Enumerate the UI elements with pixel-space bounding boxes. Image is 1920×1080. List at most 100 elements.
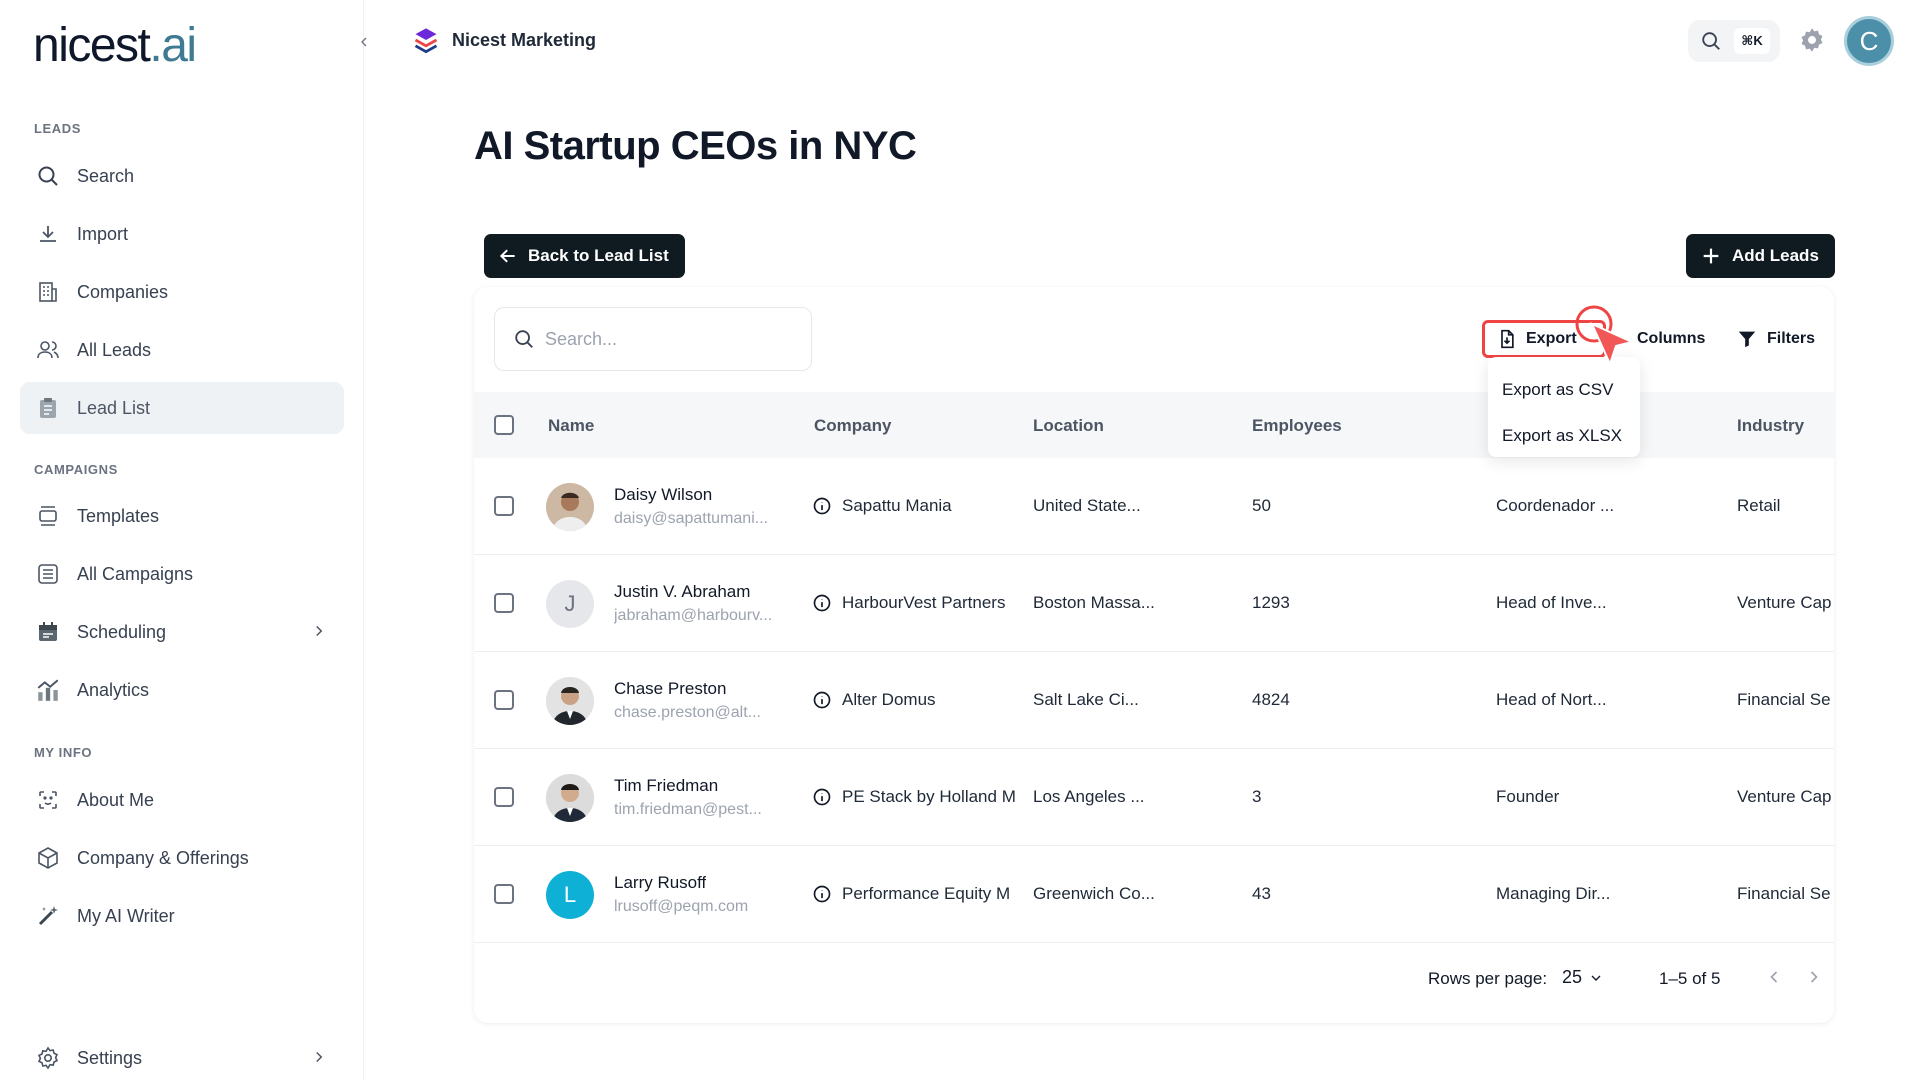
table-row[interactable]: Chase Preston chase.preston@alt... Alter… xyxy=(474,652,1834,749)
column-header-employees[interactable]: Employees xyxy=(1252,416,1342,436)
lead-name[interactable]: Daisy Wilson xyxy=(614,485,712,505)
sidebar-item-lead-list[interactable]: Lead List xyxy=(20,382,344,434)
column-header-name[interactable]: Name xyxy=(548,416,594,436)
sidebar-item-settings[interactable]: Settings xyxy=(20,1032,344,1080)
company-name: Alter Domus xyxy=(842,690,936,709)
sidebar-item-label: All Leads xyxy=(77,339,152,360)
lead-employees: 3 xyxy=(1252,787,1262,806)
chevron-left-icon xyxy=(1770,971,1778,983)
lead-location: Boston Massa... xyxy=(1033,593,1155,612)
filters-label: Filters xyxy=(1767,330,1816,347)
download-icon xyxy=(34,220,62,248)
row-checkbox[interactable] xyxy=(494,593,514,613)
table-row[interactable]: Tim Friedman tim.friedman@pest... PE Sta… xyxy=(474,749,1834,846)
column-header-company[interactable]: Company xyxy=(814,416,891,436)
template-icon xyxy=(34,502,62,530)
filters-button[interactable]: Filters xyxy=(1736,322,1815,356)
export-xlsx-option[interactable]: Export as XLSX xyxy=(1488,413,1640,459)
arrow-left-icon xyxy=(498,246,518,266)
sidebar-item-companies[interactable]: Companies xyxy=(20,266,344,318)
lead-name[interactable]: Tim Friedman xyxy=(614,776,718,796)
sidebar-item-templates[interactable]: Templates xyxy=(20,490,344,542)
table-row[interactable]: J Justin V. Abraham jabraham@harbourv...… xyxy=(474,555,1834,652)
clipboard-list-icon xyxy=(34,394,62,422)
shortcut-badge: ⌘K xyxy=(1734,28,1770,54)
sidebar-item-analytics[interactable]: Analytics xyxy=(20,664,344,716)
collapse-sidebar-button[interactable] xyxy=(352,30,376,54)
back-button-label: Back to Lead List xyxy=(528,246,669,265)
lead-industry: Venture Cap xyxy=(1737,787,1832,806)
lead-avatar xyxy=(546,774,594,822)
lead-employees: 50 xyxy=(1252,496,1271,515)
lead-email: jabraham@harbourv... xyxy=(614,607,773,624)
sidebar-item-my-ai-writer[interactable]: My AI Writer xyxy=(20,890,344,942)
nicest-logo[interactable]: nicest.ai xyxy=(33,18,197,73)
row-checkbox[interactable] xyxy=(494,496,514,516)
sidebar-item-label: Companies xyxy=(77,281,169,302)
sidebar-item-label: Scheduling xyxy=(77,621,167,642)
sidebar-item-about-me[interactable]: About Me xyxy=(20,774,344,826)
lead-title: Head of Nort... xyxy=(1496,690,1607,709)
chevron-right-icon xyxy=(1810,971,1818,983)
select-all-checkbox[interactable] xyxy=(494,415,514,435)
lead-name[interactable]: Larry Rusoff xyxy=(614,873,706,893)
previous-page-button[interactable] xyxy=(1764,967,1784,992)
chevron-down-icon xyxy=(1591,975,1601,981)
row-checkbox[interactable] xyxy=(494,787,514,807)
lead-company: Performance Equity M xyxy=(812,884,1022,904)
table-search[interactable] xyxy=(494,307,812,371)
lead-location: Salt Lake Ci... xyxy=(1033,690,1139,709)
lead-name[interactable]: Justin V. Abraham xyxy=(614,582,750,602)
table-row[interactable]: L Larry Rusoff lrusoff@peqm.com Performa… xyxy=(474,846,1834,943)
lead-email: chase.preston@alt... xyxy=(614,704,761,721)
sidebar-item-search[interactable]: Search xyxy=(20,150,344,202)
lead-email: tim.friedman@pest... xyxy=(614,801,762,818)
row-checkbox[interactable] xyxy=(494,884,514,904)
lead-avatar xyxy=(546,677,594,725)
table-row[interactable]: Daisy Wilson daisy@sapattumani... Sapatt… xyxy=(474,458,1834,555)
sidebar-item-label: Templates xyxy=(77,505,160,526)
sidebar-item-label: About Me xyxy=(77,789,155,810)
search-input[interactable] xyxy=(545,328,785,350)
sidebar-item-all-campaigns[interactable]: All Campaigns xyxy=(20,548,344,600)
sidebar-item-scheduling[interactable]: Scheduling xyxy=(20,606,344,658)
info-icon[interactable] xyxy=(812,593,832,613)
sidebar-item-all-leads[interactable]: All Leads xyxy=(20,324,344,376)
sidebar-item-import[interactable]: Import xyxy=(20,208,344,260)
info-icon[interactable] xyxy=(812,690,832,710)
workspace-switcher[interactable]: Nicest Marketing xyxy=(412,26,596,54)
back-to-lead-list-button[interactable]: Back to Lead List xyxy=(484,234,685,278)
rows-per-page-select[interactable]: 25 xyxy=(1562,967,1604,988)
lead-avatar xyxy=(546,483,594,531)
column-header-industry[interactable]: Industry xyxy=(1737,416,1804,436)
sidebar: nicest.ai LEADS Search Import Companies … xyxy=(0,0,364,1080)
pagination: Rows per page: 25 1–5 of 5 xyxy=(474,957,1834,1001)
global-search-button[interactable]: ⌘K xyxy=(1688,20,1780,62)
settings-button[interactable] xyxy=(1798,26,1826,59)
lead-title: Head of Inve... xyxy=(1496,593,1607,612)
lead-industry: Financial Se xyxy=(1737,884,1831,903)
rows-per-page-value: 25 xyxy=(1562,967,1583,987)
info-icon[interactable] xyxy=(812,787,832,807)
calendar-icon xyxy=(34,618,62,646)
info-icon[interactable] xyxy=(812,496,832,516)
row-checkbox[interactable] xyxy=(494,690,514,710)
lead-company: PE Stack by Holland M xyxy=(812,787,1022,807)
user-avatar[interactable]: C xyxy=(1844,16,1894,66)
lead-name[interactable]: Chase Preston xyxy=(614,679,726,699)
lead-email: lrusoff@peqm.com xyxy=(614,898,749,915)
pagination-range: 1–5 of 5 xyxy=(1659,969,1721,988)
section-label-campaigns: CAMPAIGNS xyxy=(34,462,118,477)
lead-title: Coordenador ... xyxy=(1496,496,1615,515)
chevron-right-icon xyxy=(310,622,328,645)
add-leads-label: Add Leads xyxy=(1732,246,1819,265)
add-leads-button[interactable]: Add Leads xyxy=(1686,234,1835,278)
analytics-icon xyxy=(34,676,62,704)
package-icon xyxy=(34,844,62,872)
sidebar-item-company-offerings[interactable]: Company & Offerings xyxy=(20,832,344,884)
info-icon[interactable] xyxy=(812,884,832,904)
column-header-location[interactable]: Location xyxy=(1033,416,1104,436)
next-page-button[interactable] xyxy=(1804,967,1824,992)
lead-title: Managing Dir... xyxy=(1496,884,1611,903)
face-icon xyxy=(34,786,62,814)
